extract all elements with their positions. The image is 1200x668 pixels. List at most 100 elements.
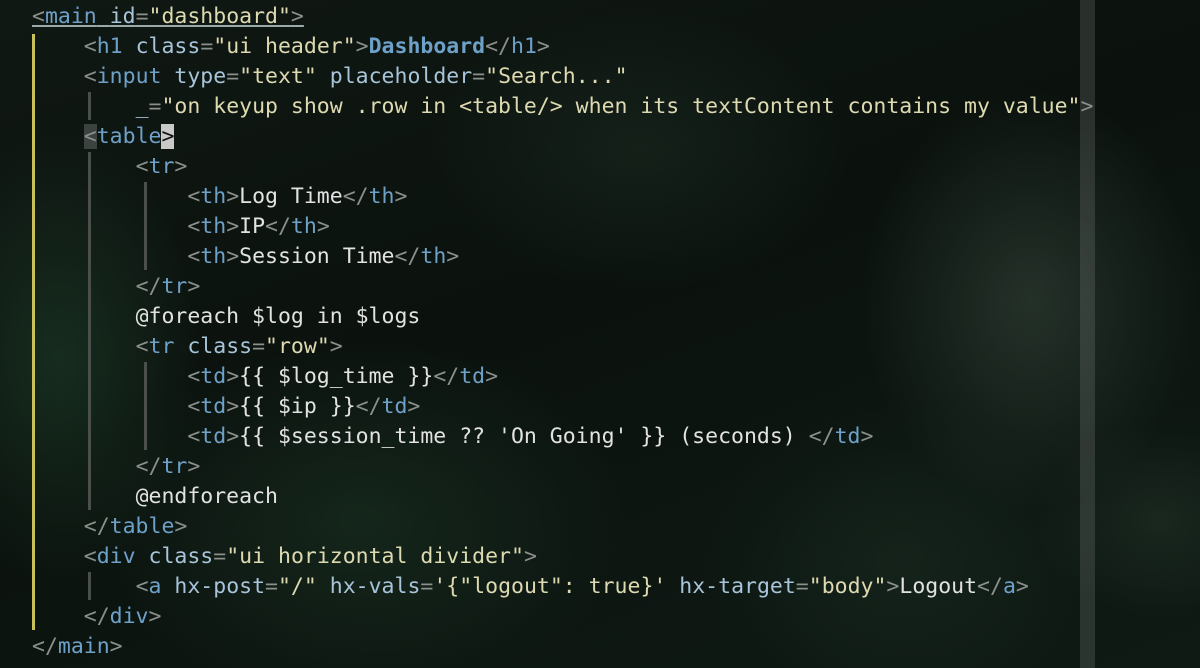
code-line[interactable]: <th>Log Time</th> xyxy=(32,182,1093,212)
code-line[interactable]: <th>IP</th> xyxy=(32,212,1093,242)
code-line[interactable]: <tr> xyxy=(32,152,1093,182)
code-token: > xyxy=(226,184,240,209)
code-line[interactable]: <th>Session Time</th> xyxy=(32,242,1093,272)
code-token: = xyxy=(135,4,149,29)
code-token: > xyxy=(187,274,201,299)
code-token: Session Time xyxy=(239,244,395,269)
code-line[interactable]: </tr> xyxy=(32,272,1093,302)
code-token: class xyxy=(187,334,253,359)
code-token: td xyxy=(200,424,227,449)
code-token: td xyxy=(200,394,227,419)
code-token: > xyxy=(226,214,240,239)
code-token: > xyxy=(148,604,162,629)
code-line[interactable]: <td>{{ $log_time }}</td> xyxy=(32,362,1093,392)
code-token: > xyxy=(536,34,550,59)
code-token: > xyxy=(523,544,537,569)
code-line[interactable]: <tr class="row"> xyxy=(32,332,1093,362)
code-token: < xyxy=(135,154,149,179)
code-token: main xyxy=(44,4,97,29)
code-token: "Search..." xyxy=(485,64,628,89)
code-token: = xyxy=(795,574,809,599)
code-token: < xyxy=(135,574,149,599)
code-token: tr xyxy=(161,274,188,299)
code-token: < xyxy=(187,244,201,269)
code-token: td xyxy=(834,424,861,449)
code-line[interactable]: </table> xyxy=(32,512,1093,542)
code-token: > xyxy=(174,514,188,539)
code-token: > xyxy=(485,364,499,389)
code-token: > xyxy=(446,244,460,269)
code-token: main xyxy=(57,634,110,659)
code-line[interactable]: </main> xyxy=(32,632,1093,662)
code-token: th xyxy=(200,184,227,209)
code-token: </ xyxy=(32,634,58,659)
code-line[interactable]: <td>{{ $session_time ?? 'On Going' }} (s… xyxy=(32,422,1093,452)
code-token: Dashboard xyxy=(368,34,486,59)
code-token: < xyxy=(187,364,201,389)
code-token: > xyxy=(290,4,304,29)
code-token: < xyxy=(187,394,201,419)
code-token: @foreach $log in $logs xyxy=(135,304,421,329)
code-line[interactable]: @endforeach xyxy=(32,482,1093,512)
code-line[interactable]: <td>{{ $ip }}</td> xyxy=(32,392,1093,422)
code-token: > xyxy=(1015,574,1029,599)
code-token: hx-vals xyxy=(329,574,421,599)
code-token: class xyxy=(135,34,201,59)
code-token: "text" xyxy=(239,64,317,89)
code-token: div xyxy=(109,604,149,629)
code-token: th xyxy=(200,214,227,239)
code-line[interactable]: _="on keyup show .row in <table/> when i… xyxy=(32,92,1094,122)
code-line[interactable]: <a hx-post="/" hx-vals='{"logout": true}… xyxy=(32,572,1093,602)
code-token: </ xyxy=(808,424,835,449)
code-editor[interactable]: <main id="dashboard"> <h1 class="ui head… xyxy=(32,2,1093,662)
code-line[interactable]: <div class="ui horizontal divider"> xyxy=(32,542,1093,572)
code-token: a xyxy=(1002,574,1016,599)
code-line[interactable]: <table> xyxy=(32,122,1093,152)
code-line[interactable]: @foreach $log in $logs xyxy=(32,302,1093,332)
code-token: > xyxy=(226,424,240,449)
code-token: '{"logout": true}' xyxy=(433,574,667,599)
code-token: </ xyxy=(485,34,511,59)
code-token: </ xyxy=(433,364,460,389)
code-token: > xyxy=(109,634,123,659)
code-token: = xyxy=(420,574,434,599)
code-token: Log Time xyxy=(239,184,343,209)
code-token: > xyxy=(226,394,240,419)
code-token: = xyxy=(200,34,214,59)
code-token: </ xyxy=(83,604,110,629)
code-line[interactable]: </tr> xyxy=(32,452,1093,482)
code-token: > xyxy=(886,574,900,599)
code-line[interactable]: <main id="dashboard"> xyxy=(32,2,1093,32)
code-token: > xyxy=(226,364,240,389)
code-line[interactable]: <input type="text" placeholder="Search..… xyxy=(32,62,1093,92)
code-token: div xyxy=(96,544,136,569)
code-token: = xyxy=(213,544,227,569)
code-line[interactable]: <h1 class="ui header">Dashboard</h1> xyxy=(32,32,1093,62)
code-token: = xyxy=(472,64,486,89)
code-token: "ui horizontal divider" xyxy=(226,544,524,569)
code-token: table xyxy=(109,514,175,539)
code-line[interactable]: </div> xyxy=(32,602,1093,632)
code-token: = xyxy=(265,574,278,599)
code-token: tr xyxy=(161,454,188,479)
code-token: </ xyxy=(394,244,421,269)
code-token: hx-target xyxy=(679,574,796,599)
code-token: th xyxy=(420,244,447,269)
code-token: _ xyxy=(135,94,149,119)
code-token: type xyxy=(174,64,227,89)
code-token: td xyxy=(381,394,408,419)
